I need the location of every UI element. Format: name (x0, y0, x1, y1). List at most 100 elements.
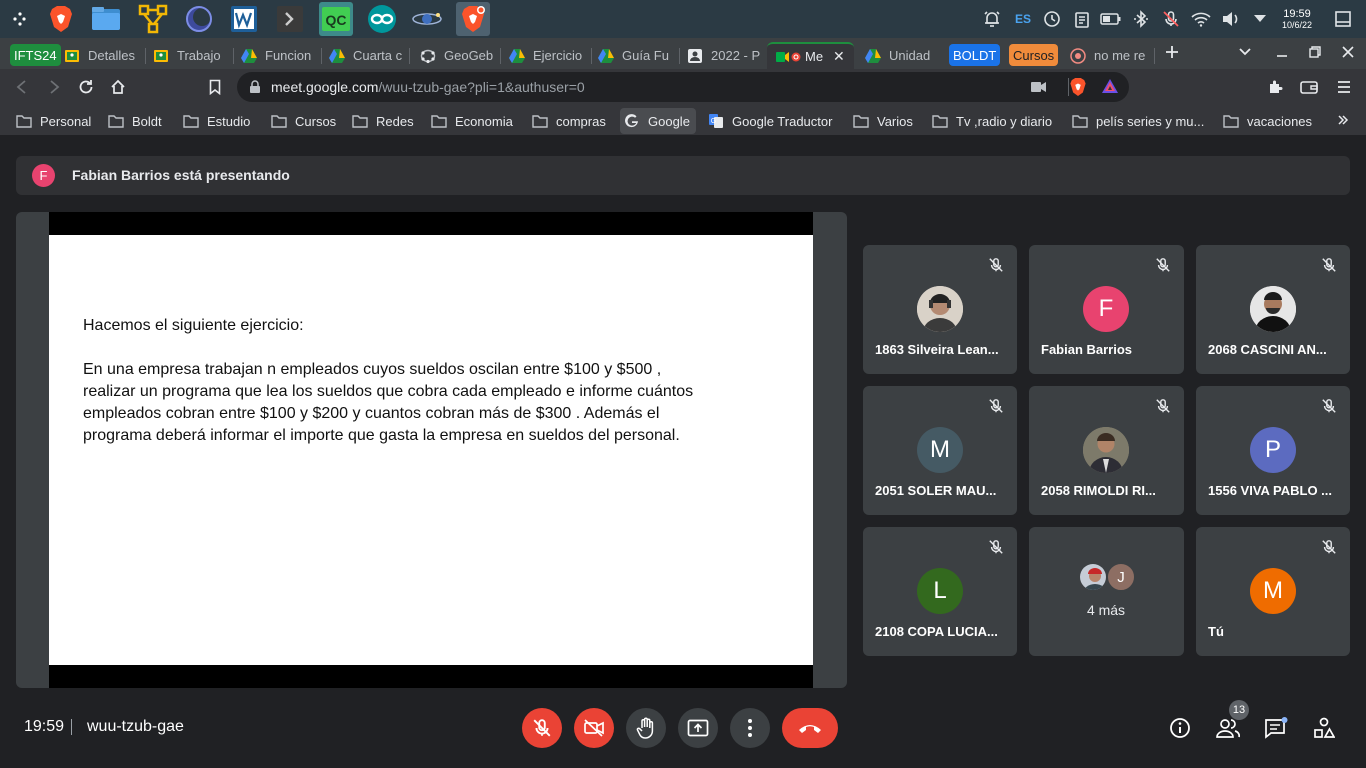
tray-menu-icon[interactable] (1249, 8, 1271, 30)
participant-tile[interactable]: M 2051 SOLER MAU... (863, 386, 1017, 515)
bookmark-google[interactable]: Google (620, 108, 696, 134)
camera-toggle-button[interactable] (574, 708, 614, 748)
file-manager-icon[interactable] (89, 2, 123, 36)
brave-rewards-icon[interactable] (1101, 78, 1119, 94)
bluetooth-icon[interactable] (1130, 8, 1152, 30)
tab-guia[interactable]: Guía Fu (590, 42, 678, 69)
tab-geogebra[interactable]: GeoGeb (412, 42, 498, 69)
raise-hand-button[interactable] (626, 708, 666, 748)
camera-off-icon (583, 718, 605, 738)
bookmark-boldt[interactable]: Boldt (104, 108, 168, 134)
participant-tile[interactable]: L 2108 COPA LUCIA... (863, 527, 1017, 656)
alarm-icon[interactable] (981, 8, 1003, 30)
tab-no-me-re[interactable]: no me re (1062, 42, 1152, 69)
brave-shields-icon[interactable] (1069, 77, 1087, 97)
home-icon[interactable] (106, 75, 130, 99)
tab-label: Guía Fu (622, 48, 669, 63)
kstars-icon[interactable] (410, 2, 444, 36)
bookmark-varios[interactable]: Varios (849, 108, 919, 134)
tab-funciones[interactable]: Funcion (233, 42, 320, 69)
brave-active-icon[interactable] (456, 2, 490, 36)
screen-share-tile[interactable]: Hacemos el siguiente ejercicio: En una e… (16, 212, 847, 688)
meeting-time: 19:59 (24, 718, 65, 735)
address-bar[interactable]: meet.google.com/wuu-tzub-gae?pli=1&authu… (237, 72, 1129, 102)
more-participants-tile[interactable]: J 4 más (1029, 527, 1184, 656)
volume-icon[interactable] (1220, 8, 1242, 30)
forward-icon[interactable] (42, 75, 66, 99)
participant-name: 2058 RIMOLDI RI... (1041, 483, 1156, 498)
microphone-toggle-button[interactable] (522, 708, 562, 748)
tab-group-cursos[interactable]: Cursos (1009, 44, 1059, 66)
restore-icon[interactable] (1303, 40, 1327, 64)
more-options-button[interactable] (730, 708, 770, 748)
battery-icon[interactable] (1100, 8, 1122, 30)
participant-tile[interactable]: P 1556 VIVA PABLO ... (1196, 386, 1350, 515)
bookmark-estudio[interactable]: Estudio (179, 108, 256, 134)
bookmark-icon[interactable] (203, 75, 227, 99)
participant-tile[interactable]: 2058 RIMOLDI RI... (1029, 386, 1184, 515)
wifi-icon[interactable] (1190, 8, 1212, 30)
activities-icon[interactable] (1312, 716, 1336, 740)
arduino-icon[interactable] (365, 2, 399, 36)
tab-detalles[interactable]: Detalles (56, 42, 144, 69)
participant-count-badge: 13 (1229, 700, 1249, 720)
tab-group-ifts24[interactable]: IFTS24 (10, 44, 61, 66)
show-desktop-icon[interactable] (1332, 8, 1354, 30)
tab-search-icon[interactable] (1233, 40, 1257, 64)
eclipse-icon[interactable] (182, 2, 216, 36)
new-tab-icon[interactable] (1160, 40, 1184, 64)
present-screen-button[interactable] (678, 708, 718, 748)
brave-icon[interactable] (44, 2, 78, 36)
camera-in-use-icon[interactable] (1031, 81, 1047, 93)
clipboard-icon[interactable] (1071, 8, 1093, 30)
terminal-icon[interactable] (273, 2, 307, 36)
tab-unidad[interactable]: Unidad (857, 42, 943, 69)
participant-tile[interactable]: F Fabian Barrios (1029, 245, 1184, 374)
hand-icon (636, 717, 656, 739)
clock-history-icon[interactable] (1041, 8, 1063, 30)
tab-close-icon[interactable]: ✕ (833, 48, 845, 65)
self-tile[interactable]: M Tú (1196, 527, 1350, 656)
back-icon[interactable] (10, 75, 34, 99)
tab-meet-active[interactable]: Me ✕ (767, 42, 854, 69)
bookmark-pelis[interactable]: pelís series y mu... (1068, 108, 1210, 134)
tab-cuarta[interactable]: Cuarta c (321, 42, 407, 69)
tab-ejercicios[interactable]: Ejercicio (501, 42, 589, 69)
bookmark-google-traductor[interactable]: G Google Traductor (704, 108, 838, 134)
leave-call-button[interactable] (782, 708, 838, 748)
yed-icon[interactable] (136, 2, 170, 36)
qtcreator-icon[interactable]: QC (319, 2, 353, 36)
window-close-icon[interactable] (1336, 40, 1360, 64)
participant-initial: M (930, 436, 950, 463)
tab-2022[interactable]: 2022 - P (679, 42, 765, 69)
wallet-icon[interactable] (1297, 75, 1321, 99)
bookmark-personal[interactable]: Personal (12, 108, 97, 134)
microphone-muted-icon[interactable] (1160, 8, 1182, 30)
bookmarks-overflow-icon[interactable] (1331, 108, 1355, 132)
keyboard-language[interactable]: ES (1011, 8, 1035, 30)
bookmark-economia[interactable]: Economia (427, 108, 519, 134)
tab-label: Unidad (889, 48, 931, 63)
participant-tile[interactable]: 2068 CASCINI AN... (1196, 245, 1350, 374)
extensions-icon[interactable] (1264, 75, 1288, 99)
tab-group-label: BOLDT (953, 47, 997, 63)
bookmark-vacaciones[interactable]: vacaciones (1219, 108, 1318, 134)
participant-tile[interactable]: 1863 Silveira Lean... (863, 245, 1017, 374)
bookmark-cursos[interactable]: Cursos (267, 108, 342, 134)
tab-group-boldt[interactable]: BOLDT (949, 44, 1001, 66)
bookmark-tv-radio[interactable]: Tv ,radio y diario (928, 108, 1058, 134)
folder-icon (1223, 113, 1239, 129)
reload-icon[interactable] (74, 75, 98, 99)
chat-icon[interactable] (1264, 716, 1288, 740)
wireshark-icon[interactable] (227, 2, 261, 36)
meeting-details-icon[interactable] (1168, 716, 1192, 740)
system-clock[interactable]: 19:59 10/6/22 (1272, 9, 1322, 31)
minimize-icon[interactable] (1270, 40, 1294, 64)
menu-icon[interactable] (1332, 75, 1356, 99)
bookmark-redes[interactable]: Redes (348, 108, 420, 134)
folder-icon (108, 113, 124, 129)
bookmark-compras[interactable]: compras (528, 108, 612, 134)
app-menu-icon[interactable] (2, 2, 36, 36)
tab-trabajo[interactable]: Trabajo (145, 42, 231, 69)
participant-avatar: L (917, 568, 963, 614)
